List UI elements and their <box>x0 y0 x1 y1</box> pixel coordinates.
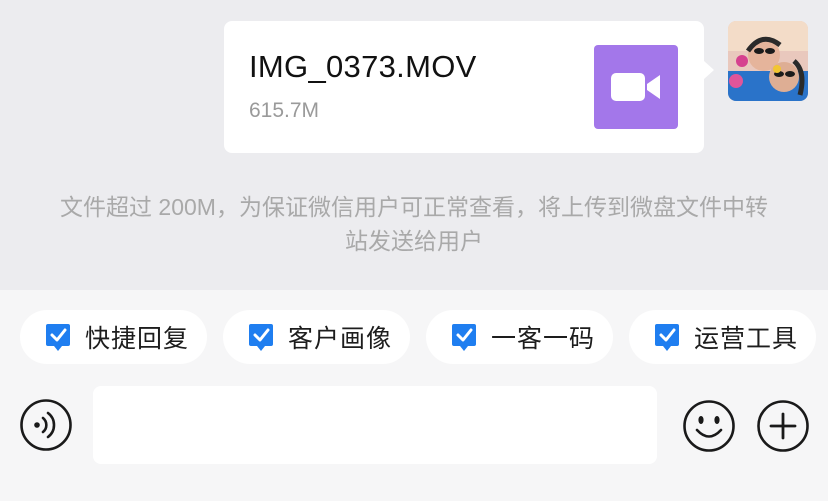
video-file-thumbnail <box>594 45 678 129</box>
plus-icon[interactable] <box>756 399 810 453</box>
chip-operation-tools[interactable]: 运营工具 <box>629 310 816 364</box>
sender-avatar[interactable] <box>728 21 808 101</box>
check-square-icon <box>655 324 679 351</box>
chip-label: 运营工具 <box>694 325 799 353</box>
chip-one-customer-one-code[interactable]: 一客一码 <box>426 310 613 364</box>
check-square-icon <box>249 324 273 351</box>
file-name: IMG_0373.MOV <box>249 49 477 84</box>
file-message-bubble[interactable]: IMG_0373.MOV 615.7M <box>224 21 714 153</box>
voice-input-icon[interactable] <box>19 398 73 452</box>
system-notice: 文件超过 200M，为保证微信用户可正常查看，将上传到微盘文件中转站发送给用户 <box>60 194 768 254</box>
chip-quick-reply[interactable]: 快捷回复 <box>20 310 207 364</box>
video-camera-icon <box>611 73 660 101</box>
check-square-icon <box>452 324 476 351</box>
avatar-photo-icon <box>728 21 808 101</box>
message-input[interactable] <box>93 386 657 464</box>
chip-customer-profile[interactable]: 客户画像 <box>223 310 410 364</box>
chip-label: 快捷回复 <box>85 325 190 353</box>
check-square-icon <box>46 324 70 351</box>
chip-label: 一客一码 <box>491 325 596 353</box>
chip-label: 客户画像 <box>288 325 393 353</box>
file-size: 615.7M <box>249 99 320 122</box>
emoji-icon[interactable] <box>682 399 736 453</box>
